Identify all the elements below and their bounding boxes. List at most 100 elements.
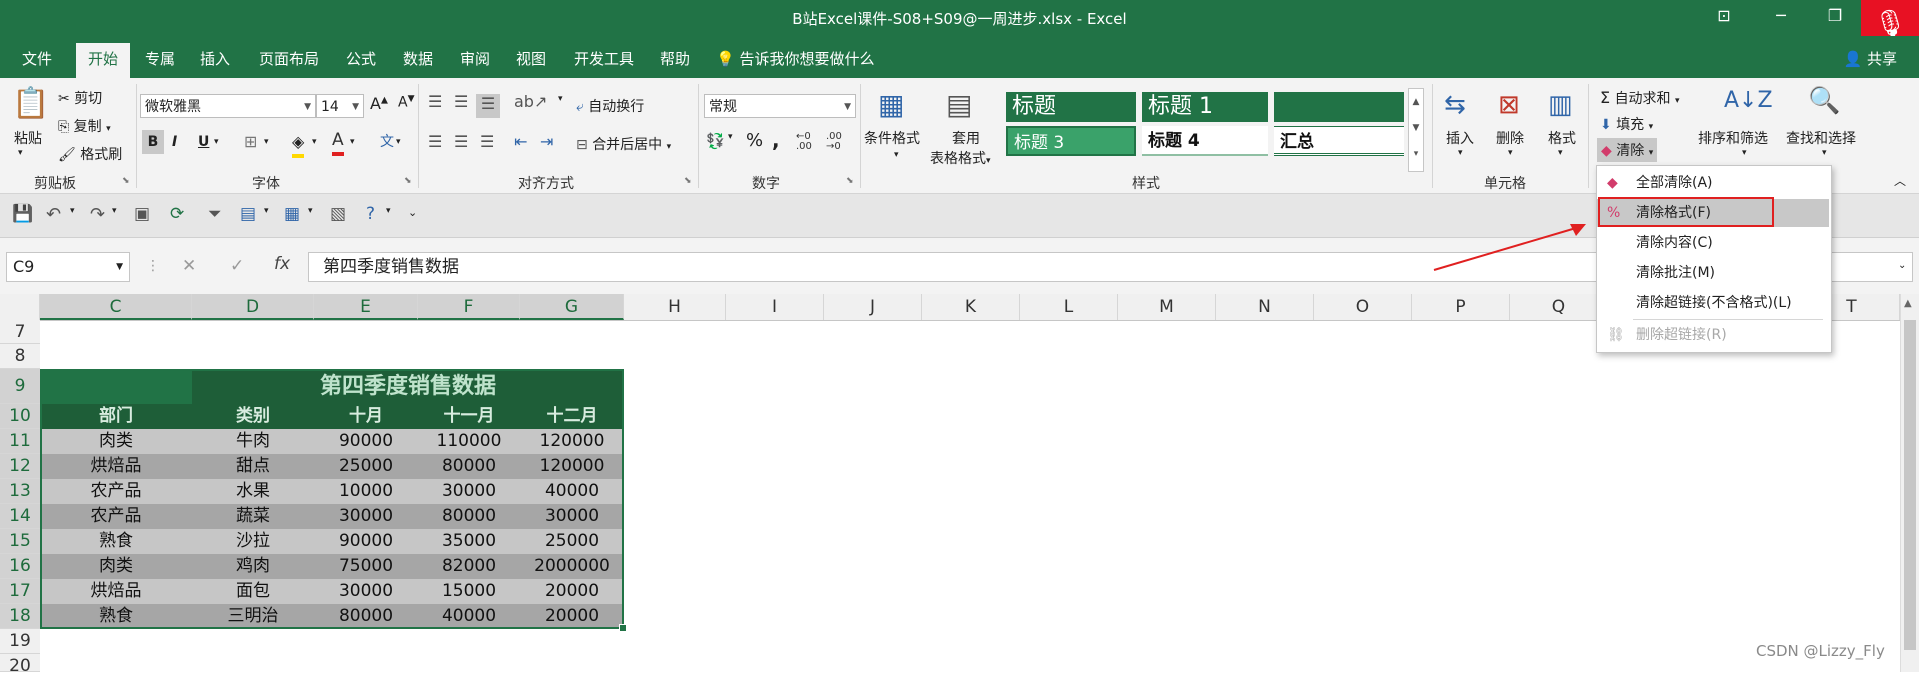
chevron-down-icon[interactable]: ▾ [112,206,117,216]
table-cell[interactable]: 熟食 [40,529,192,554]
row-header-13[interactable]: 13 [0,479,40,504]
header-cell[interactable]: 类别 [192,404,314,429]
chevron-down-icon[interactable]: ▾ [1558,148,1563,158]
table-cell[interactable]: 120000 [520,429,624,454]
chevron-down-icon[interactable]: ▾ [214,130,219,154]
format-cells-button[interactable]: 格式 [1548,128,1576,148]
format-as-table-button[interactable]: 表格格式▾ [930,148,991,168]
chevron-down-icon[interactable]: ▾ [264,206,269,216]
column-header-q[interactable]: Q [1510,294,1608,320]
clear-button[interactable]: ◆ 清除 ▾ [1597,138,1658,162]
font-size-combo[interactable]: 14 ▼ [316,94,364,118]
dialog-launcher-icon[interactable]: ⬊ [684,176,692,186]
row-header-17[interactable]: 17 [0,579,40,604]
tab-insert[interactable]: 插入 [200,48,230,69]
tab-review[interactable]: 审阅 [460,48,490,69]
table-cell[interactable]: 蔬菜 [192,504,314,529]
chevron-down-icon[interactable]: ▾ [308,206,313,216]
column-header-n[interactable]: N [1216,294,1314,320]
title-cell-c9[interactable] [40,369,192,404]
align-left-icon[interactable]: ☰ [428,132,442,151]
increase-indent-icon[interactable]: ⇥ [540,132,553,151]
tab-help[interactable]: 帮助 [660,48,690,69]
italic-button[interactable]: I [172,130,177,154]
phonetic-icon[interactable]: 文 [380,130,394,154]
dialog-launcher-icon[interactable]: ⬊ [122,176,130,186]
table-cell[interactable]: 鸡肉 [192,554,314,579]
table-cell[interactable]: 烘焙品 [40,579,192,604]
underline-button[interactable]: U [198,130,209,154]
ribbon-display-icon[interactable]: ⊡ [1709,6,1739,25]
row-header-10[interactable]: 10 [0,404,40,429]
header-cell[interactable]: 十二月 [520,404,624,429]
menu-item-clear-formats[interactable]: % 清除格式(F) [1597,199,1829,227]
table-cell[interactable]: 烘焙品 [40,454,192,479]
tab-developer[interactable]: 开发工具 [574,48,634,69]
decrease-indent-icon[interactable]: ⇤ [514,132,527,151]
chevron-down-icon[interactable]: ▾ [1458,148,1463,158]
table-cell[interactable]: 沙拉 [192,529,314,554]
table-title[interactable]: 第四季度销售数据 [192,369,624,404]
table-cell[interactable]: 农产品 [40,479,192,504]
number-format-combo[interactable]: 常规 ▼ [704,94,856,118]
orientation-icon[interactable]: ab↗ [514,92,547,111]
table-cell[interactable]: 甜点 [192,454,314,479]
column-header-p[interactable]: P [1412,294,1510,320]
tab-page-layout[interactable]: 页面布局 [259,48,319,69]
table-cell[interactable]: 2000000 [520,554,624,579]
filter-icon[interactable]: ⏷ [208,204,222,224]
font-name-combo[interactable]: 微软雅黑 ▼ [140,94,316,118]
format-as-table-label-1[interactable]: 套用 [952,128,980,148]
delete-cells-button[interactable]: 删除 [1496,128,1524,148]
column-header-l[interactable]: L [1020,294,1118,320]
font-color-icon[interactable]: A [332,128,344,156]
form-icon[interactable]: ▣ [134,204,150,224]
table-cell[interactable]: 35000 [418,529,520,554]
grow-font-icon[interactable]: A▲ [370,94,388,113]
cancel-icon[interactable]: ✕ [182,256,196,276]
tab-home[interactable]: 开始 [76,43,131,79]
column-header-j[interactable]: J [824,294,922,320]
magnifier-icon[interactable]: 🔍 [1808,86,1840,116]
table-cell[interactable]: 肉类 [40,554,192,579]
table-cell[interactable]: 农产品 [40,504,192,529]
find-select-button[interactable]: 查找和选择 [1786,128,1856,148]
table-cell[interactable]: 熟食 [40,604,192,629]
comma-button[interactable]: , [772,128,780,152]
delete-cells-icon[interactable]: ⊠ [1498,90,1520,120]
table-cell[interactable]: 25000 [520,529,624,554]
table-cell[interactable]: 80000 [418,504,520,529]
table-cell[interactable]: 75000 [314,554,418,579]
fill-color-icon[interactable]: ◈ [292,130,305,158]
insert-cells-icon[interactable]: ⇆ [1444,90,1466,120]
collapse-ribbon-icon[interactable]: ︿ [1894,172,1906,189]
increase-decimal-icon[interactable]: ←0.00 [796,132,812,152]
table-cell[interactable]: 25000 [314,454,418,479]
row-header-14[interactable]: 14 [0,504,40,529]
chevron-down-icon[interactable]: ▾ [1742,148,1747,158]
gallery-scroll-icon[interactable]: ▲ ▼ ▾ [1408,88,1424,172]
align-top-icon[interactable]: ☰ [428,92,442,111]
tab-exclusive[interactable]: 专属 [145,48,175,69]
table-cell[interactable]: 肉类 [40,429,192,454]
menu-item-clear-contents[interactable]: 清除内容(C) [1597,229,1829,257]
insert-function-button[interactable]: fx [274,254,290,274]
column-header-c[interactable]: C [40,294,192,320]
header-cell[interactable]: 十一月 [418,404,520,429]
style-heading-2[interactable] [1274,92,1404,122]
bold-button[interactable]: B [142,130,164,154]
column-header-d[interactable]: D [192,294,314,320]
table-cell[interactable]: 30000 [314,579,418,604]
column-header-o[interactable]: O [1314,294,1412,320]
row-header-12[interactable]: 12 [0,454,40,479]
vertical-scrollbar[interactable]: ▲ [1900,294,1919,672]
chevron-down-icon[interactable]: ▾ [18,148,23,158]
table-cell[interactable]: 120000 [520,454,624,479]
refresh-icon[interactable]: ⟳ [170,204,184,224]
table-cell[interactable]: 水果 [192,479,314,504]
style-heading-3[interactable]: 标题 3 [1006,126,1136,156]
tab-view[interactable]: 视图 [516,48,546,69]
menu-item-clear-hyperlinks[interactable]: 清除超链接(不含格式)(L) [1597,289,1829,317]
restore-icon[interactable]: ❐ [1820,6,1850,25]
share-button[interactable]: 👤 共享 [1844,48,1897,69]
